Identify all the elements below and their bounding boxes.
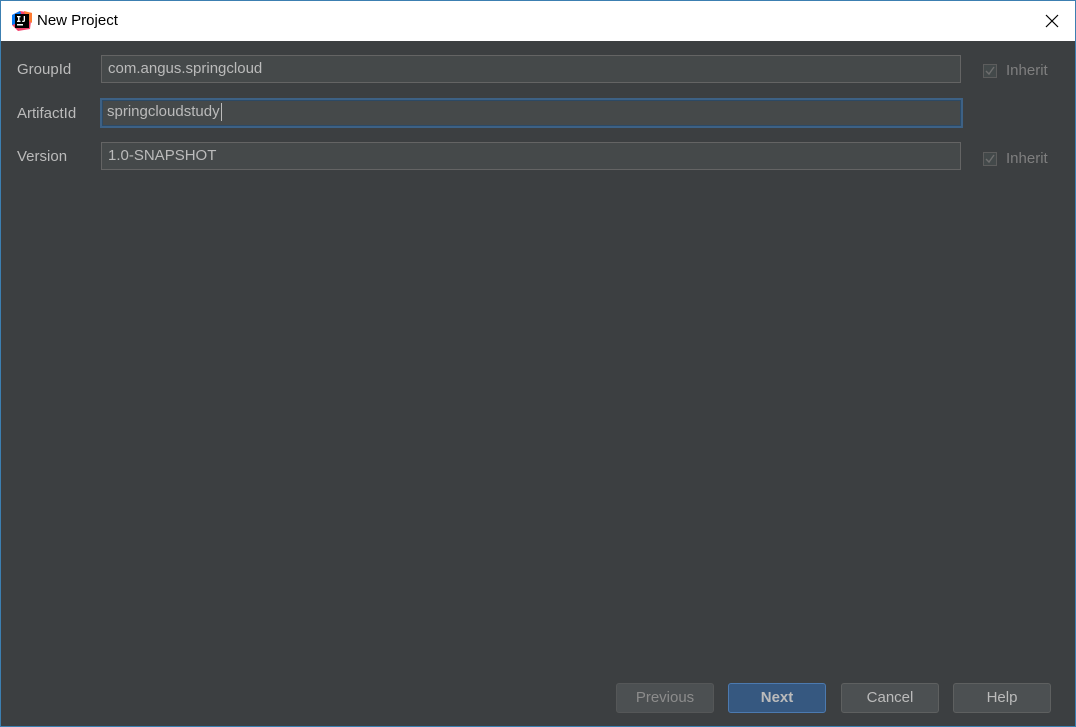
cancel-button[interactable]: Cancel — [841, 683, 939, 713]
checkmark-icon — [985, 154, 995, 164]
group-id-inherit-checkbox[interactable]: Inherit — [983, 62, 1048, 80]
version-inherit-checkbox[interactable]: Inherit — [983, 150, 1048, 168]
intellij-app-icon — [12, 11, 32, 31]
window-title: New Project — [37, 12, 118, 29]
version-label: Version — [17, 148, 68, 165]
new-project-dialog: New Project GroupId com.angus.springclou… — [0, 0, 1076, 727]
group-id-field[interactable]: com.angus.springcloud — [101, 55, 961, 83]
checkbox-box[interactable] — [983, 64, 997, 78]
help-button[interactable]: Help — [953, 683, 1051, 713]
next-button[interactable]: Next — [728, 683, 826, 713]
version-field[interactable]: 1.0-SNAPSHOT — [101, 142, 961, 170]
title-bar: New Project — [1, 1, 1075, 41]
artifact-id-field[interactable]: springcloudstudy — [100, 98, 963, 128]
previous-button[interactable]: Previous — [616, 683, 714, 713]
text-caret — [220, 103, 222, 122]
group-id-label: GroupId — [17, 61, 72, 78]
close-button[interactable] — [1029, 1, 1075, 41]
close-icon — [1045, 14, 1059, 28]
artifact-id-label: ArtifactId — [17, 105, 77, 122]
version-inherit-label: Inherit — [1006, 150, 1048, 167]
dialog-content: GroupId com.angus.springcloud Inherit Ar… — [1, 41, 1075, 726]
checkbox-box[interactable] — [983, 152, 997, 166]
artifact-id-value: springcloudstudy — [107, 103, 220, 120]
group-id-inherit-label: Inherit — [1006, 62, 1048, 79]
checkmark-icon — [985, 66, 995, 76]
